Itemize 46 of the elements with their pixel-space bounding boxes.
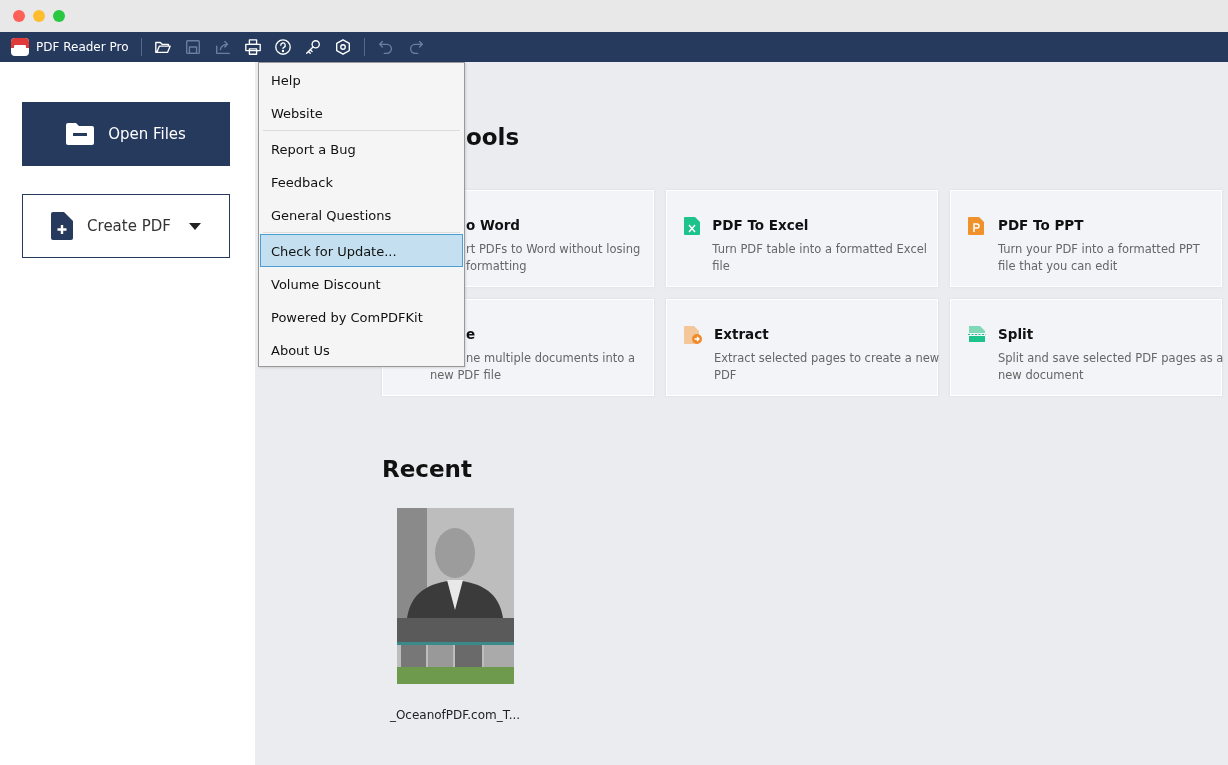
split-page-icon [968,326,986,342]
tool-card[interactable]: Split Split and save selected PDF pages as a new document [950,299,1222,396]
tool-description: PDF [714,367,738,384]
tool-card[interactable]: PDF To PPT Turn your PDF into a formatted PPT file that you can edit [950,190,1222,287]
tools-heading: ools [465,124,521,152]
tool-title: o Word [465,217,521,233]
tool-card[interactable]: PDF To Excel Turn PDF table into a formatted Excel file [666,190,938,287]
tool-title: Split [998,326,1035,342]
open-files-button[interactable]: Open Files [22,102,230,166]
tool-description: file that you can edit [998,258,1119,275]
tool-description: Extract selected pages to create a new [714,350,940,367]
printer-icon[interactable] [243,38,262,56]
settings-icon[interactable] [333,38,352,56]
tool-description: rt PDFs to Word without losing [465,241,641,258]
tool-title: PDF To PPT [998,217,1085,233]
tool-description: file [712,258,731,275]
tool-description: Turn your PDF into a formatted PPT [998,241,1200,258]
tool-description: ne multiple documents into a [465,350,636,367]
tool-card[interactable]: Extract Extract selected pages to create a new PDF [666,299,938,396]
tool-description: Split and save selected PDF pages as a [998,350,1224,367]
menu-item[interactable]: Help [260,63,463,96]
spreadsheet-file-icon [684,217,700,235]
presentation-file-icon [968,217,984,235]
app-name: PDF Reader Pro [36,40,129,54]
folder-icon [66,123,95,145]
menu-item[interactable]: Website [260,96,463,129]
file-name: _OceanofPDF.com_T... [389,708,521,722]
close-window-button[interactable] [13,10,25,22]
help-icon[interactable] [273,38,292,56]
file-arrow-icon [684,326,702,344]
tool-description: formatting [465,258,528,275]
app-logo-icon [10,37,30,57]
tool-description: new document [998,367,1085,384]
tool-title: Extract [714,326,770,342]
zoom-window-button[interactable] [53,10,65,22]
caret-icon [188,222,201,230]
menu-item[interactable]: Report a Bug [260,132,463,165]
tool-title: e [465,326,477,342]
menu-item[interactable]: Check for Update... [260,234,463,267]
recent-heading: Recent [382,456,473,484]
key-icon[interactable] [303,38,322,56]
create-pdf-button[interactable]: Create PDF [22,194,230,258]
tool-description: new PDF file [430,367,502,384]
tool-description: Turn PDF table into a formatted Excel [712,241,927,258]
tool-title: PDF To Excel [712,217,810,233]
file-plus-icon [51,212,74,240]
